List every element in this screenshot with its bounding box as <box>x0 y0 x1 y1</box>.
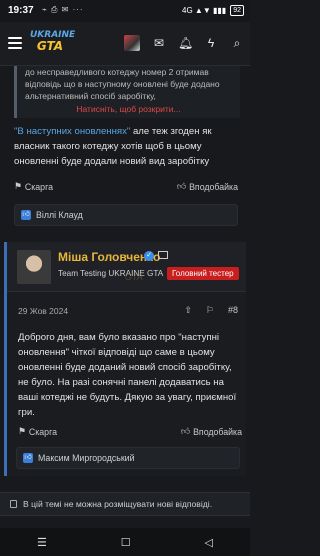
thumbs-up-icon: 👍︎ <box>180 426 191 436</box>
post1-reactions[interactable]: 👍︎ Віллі Клауд <box>14 204 238 226</box>
inbox-icon[interactable]: ✉ <box>152 35 166 51</box>
reaction-users: Віллі Клауд <box>36 210 83 220</box>
message-icon[interactable] <box>158 251 168 259</box>
author-title: Team Testing UKRAINE GTA <box>58 269 164 278</box>
reaction-users: Максим Миргородський <box>38 453 135 463</box>
lightning-icon[interactable]: ϟ <box>204 35 218 51</box>
report-label: Скарга <box>28 426 57 437</box>
header-icons: ✉ 🔔︎ ϟ ⌕ <box>124 35 244 51</box>
report-label: Скарга <box>24 181 53 192</box>
system-navbar: ☰ ☐ ◁ <box>0 528 250 556</box>
bookmark-icon[interactable]: ⚐ <box>206 305 214 316</box>
quote-text: до несправедливого котеджу номер 2 отрим… <box>25 67 220 101</box>
post1-actions: ⚑ Скарга 👍︎ Вподобайка <box>14 181 238 192</box>
locked-text: В цій темі не можна розміщувати нові від… <box>23 499 213 509</box>
post-8: Міша Головченко ✓ Team Testing UKRAINE G… <box>4 242 246 476</box>
post-number[interactable]: #8 <box>228 305 238 316</box>
back-icon[interactable]: ◁ <box>205 536 213 549</box>
status-time: 19:37 <box>8 5 34 16</box>
like-reaction-icon: 👍︎ <box>23 453 33 463</box>
lock-icon <box>10 500 17 508</box>
bell-icon[interactable]: 🔔︎ <box>178 35 193 51</box>
quote-block: до несправедливого котеджу номер 2 отрим… <box>14 66 240 118</box>
post2-reactions[interactable]: 👍︎ Максим Миргородський <box>16 447 240 469</box>
thumbs-up-icon: 👍︎ <box>176 181 187 191</box>
post1-link[interactable]: "В наступних оновленнях" <box>14 126 130 137</box>
signal-icon: 4G ▲▼ ▮▮▮ <box>182 6 227 15</box>
user-avatar[interactable] <box>124 35 140 51</box>
share-icon[interactable]: ⇧ <box>184 305 192 316</box>
thread-locked-notice: В цій темі не можна розміщувати нові від… <box>0 492 250 516</box>
flag-icon: ⚑ <box>18 426 26 436</box>
site-logo[interactable]: UKRAINE GTA <box>30 30 75 58</box>
status-bar: 19:37 ⌁ ⎙ ✉ ··· 4G ▲▼ ▮▮▮ 92 <box>0 0 250 22</box>
post-author-header: Міша Головченко ✓ Team Testing UKRAINE G… <box>7 242 246 292</box>
logo-line2: GTA <box>36 39 64 53</box>
forum-header: UKRAINE GTA ✉ 🔔︎ ϟ ⌕ <box>0 22 250 66</box>
post-date[interactable]: 29 Жов 2024 <box>18 306 68 316</box>
report-button[interactable]: ⚑ Скарга <box>18 426 57 437</box>
author-avatar[interactable] <box>17 250 51 284</box>
post2-body: Доброго дня, вам було вказано про "насту… <box>18 332 237 418</box>
search-icon[interactable]: ⌕ <box>230 35 244 51</box>
like-label: Вподобайка <box>193 426 242 437</box>
quote-expand-link[interactable]: Натисніть, щоб розкрити... <box>17 104 240 114</box>
post1-body: "В наступних оновленнях" але теж згоден … <box>14 124 240 169</box>
post2-actions: ⚑ Скарга 👍︎ Вподобайка <box>18 426 242 437</box>
watermark: GTA <box>125 272 143 282</box>
post-meta-icons: ⇧ ⚐ #8 <box>184 305 238 316</box>
like-label: Вподобайка <box>189 181 238 192</box>
home-icon[interactable]: ☐ <box>121 536 131 549</box>
flag-icon: ⚑ <box>14 181 22 191</box>
report-button[interactable]: ⚑ Скарга <box>14 181 53 192</box>
like-reaction-icon: 👍︎ <box>21 210 31 220</box>
notification-icons: ⌁ ⎙ ✉ ··· <box>42 5 84 14</box>
status-right: 4G ▲▼ ▮▮▮ 92 <box>182 5 244 16</box>
like-button[interactable]: 👍︎ Вподобайка <box>177 181 238 192</box>
verified-icon: ✓ <box>144 251 154 261</box>
menu-icon[interactable] <box>8 37 22 49</box>
battery-icon: 92 <box>230 5 244 16</box>
recent-apps-icon[interactable]: ☰ <box>37 536 47 549</box>
role-badge: Головний тестер <box>167 267 239 280</box>
like-button[interactable]: 👍︎ Вподобайка <box>181 426 242 437</box>
